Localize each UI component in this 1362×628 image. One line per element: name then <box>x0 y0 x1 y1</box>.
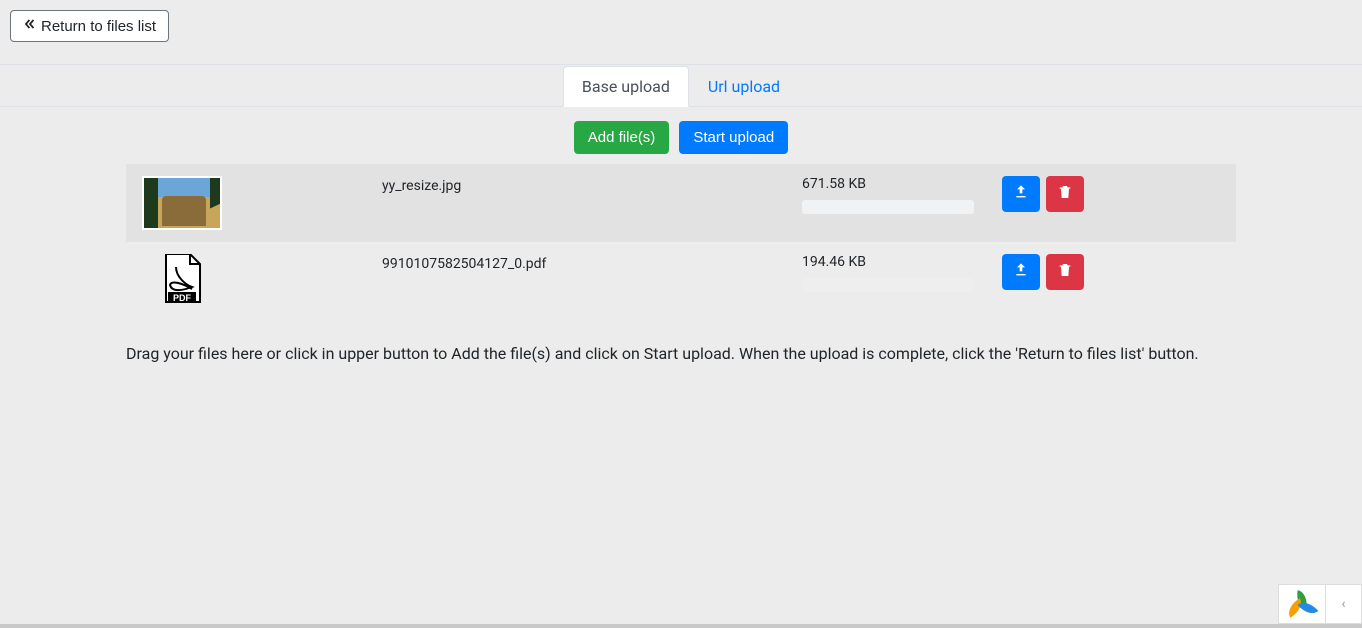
file-name: yy_resize.jpg <box>382 176 802 194</box>
file-thumbnail: PDF <box>142 254 222 308</box>
file-thumbnail <box>142 176 222 230</box>
tab-url-upload[interactable]: Url upload <box>689 66 799 107</box>
double-chevron-left-icon <box>23 17 37 35</box>
trash-icon <box>1057 262 1073 282</box>
image-thumbnail-icon <box>142 176 222 230</box>
tab-base-upload[interactable]: Base upload <box>563 66 689 107</box>
upload-icon <box>1013 262 1029 282</box>
trash-icon <box>1057 184 1073 204</box>
return-to-files-button[interactable]: Return to files list <box>10 10 169 42</box>
add-files-button[interactable]: Add file(s) <box>574 121 670 154</box>
delete-file-button[interactable] <box>1046 176 1084 212</box>
file-row: PDF 9910107582504127_0.pdf 194.46 KB <box>126 242 1236 320</box>
file-row: yy_resize.jpg 671.58 KB <box>126 164 1236 242</box>
file-list: yy_resize.jpg 671.58 KB <box>126 164 1236 320</box>
file-name: 9910107582504127_0.pdf <box>382 254 802 272</box>
file-size: 671.58 KB <box>802 176 1002 192</box>
debug-toolbar[interactable]: ‹ <box>1278 584 1362 624</box>
horizontal-scrollbar[interactable] <box>0 624 1362 628</box>
help-text: Drag your files here or click in upper b… <box>126 344 1236 363</box>
yii-logo-icon <box>1279 585 1325 623</box>
svg-text:PDF: PDF <box>173 293 192 303</box>
start-upload-button[interactable]: Start upload <box>679 121 788 154</box>
chevron-left-icon: ‹ <box>1341 596 1345 612</box>
upload-file-button[interactable] <box>1002 254 1040 290</box>
upload-file-button[interactable] <box>1002 176 1040 212</box>
upload-progress-bar <box>802 278 974 292</box>
pdf-file-icon: PDF <box>162 254 202 308</box>
upload-icon <box>1013 184 1029 204</box>
upload-tabs: Base upload Url upload <box>0 66 1362 107</box>
delete-file-button[interactable] <box>1046 254 1084 290</box>
file-size: 194.46 KB <box>802 254 1002 270</box>
return-label: Return to files list <box>41 18 156 35</box>
toolbar-collapse-button[interactable]: ‹ <box>1325 585 1361 623</box>
upload-progress-bar <box>802 200 974 214</box>
